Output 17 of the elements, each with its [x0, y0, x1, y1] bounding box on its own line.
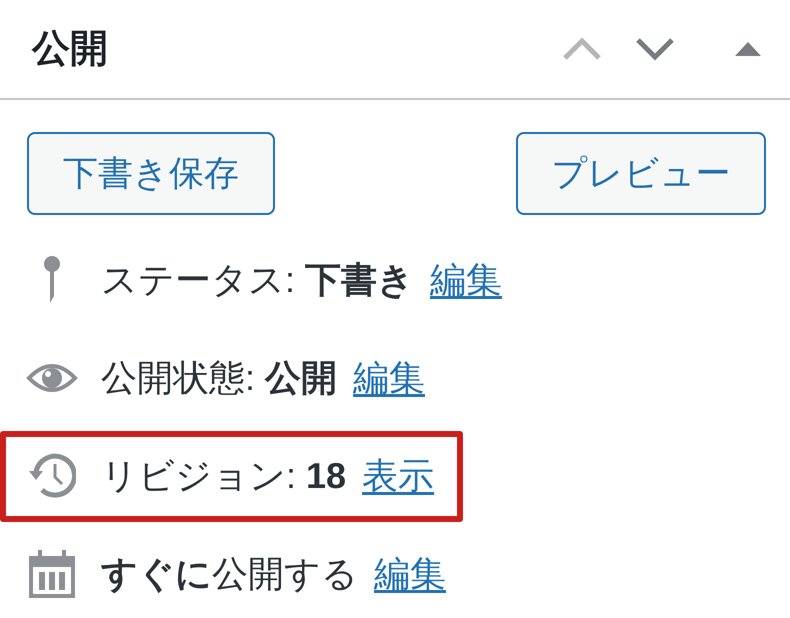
status-text: ステータス: 下書き — [101, 262, 414, 298]
preview-button[interactable]: プレビュー — [516, 132, 766, 215]
panel-title: 公開 — [30, 30, 108, 68]
edit-visibility-link[interactable]: 編集 — [353, 360, 426, 396]
eye-icon — [26, 363, 78, 393]
calendar-icon — [29, 550, 75, 598]
edit-status-link[interactable]: 編集 — [430, 262, 502, 298]
edit-publish-time-link[interactable]: 編集 — [374, 556, 446, 592]
chevron-down-icon[interactable] — [635, 37, 675, 61]
pin-icon — [44, 256, 60, 304]
publish-time-text: すぐに公開する — [101, 556, 358, 592]
history-clock-icon — [28, 452, 76, 500]
save-draft-button[interactable]: 下書き保存 — [27, 132, 275, 215]
revisions-text: リビジョン: 18 — [101, 458, 346, 494]
view-revisions-link[interactable]: 表示 — [362, 458, 434, 494]
visibility-text: 公開状態: 公開 — [101, 360, 338, 396]
triangle-up-icon[interactable] — [735, 42, 761, 56]
